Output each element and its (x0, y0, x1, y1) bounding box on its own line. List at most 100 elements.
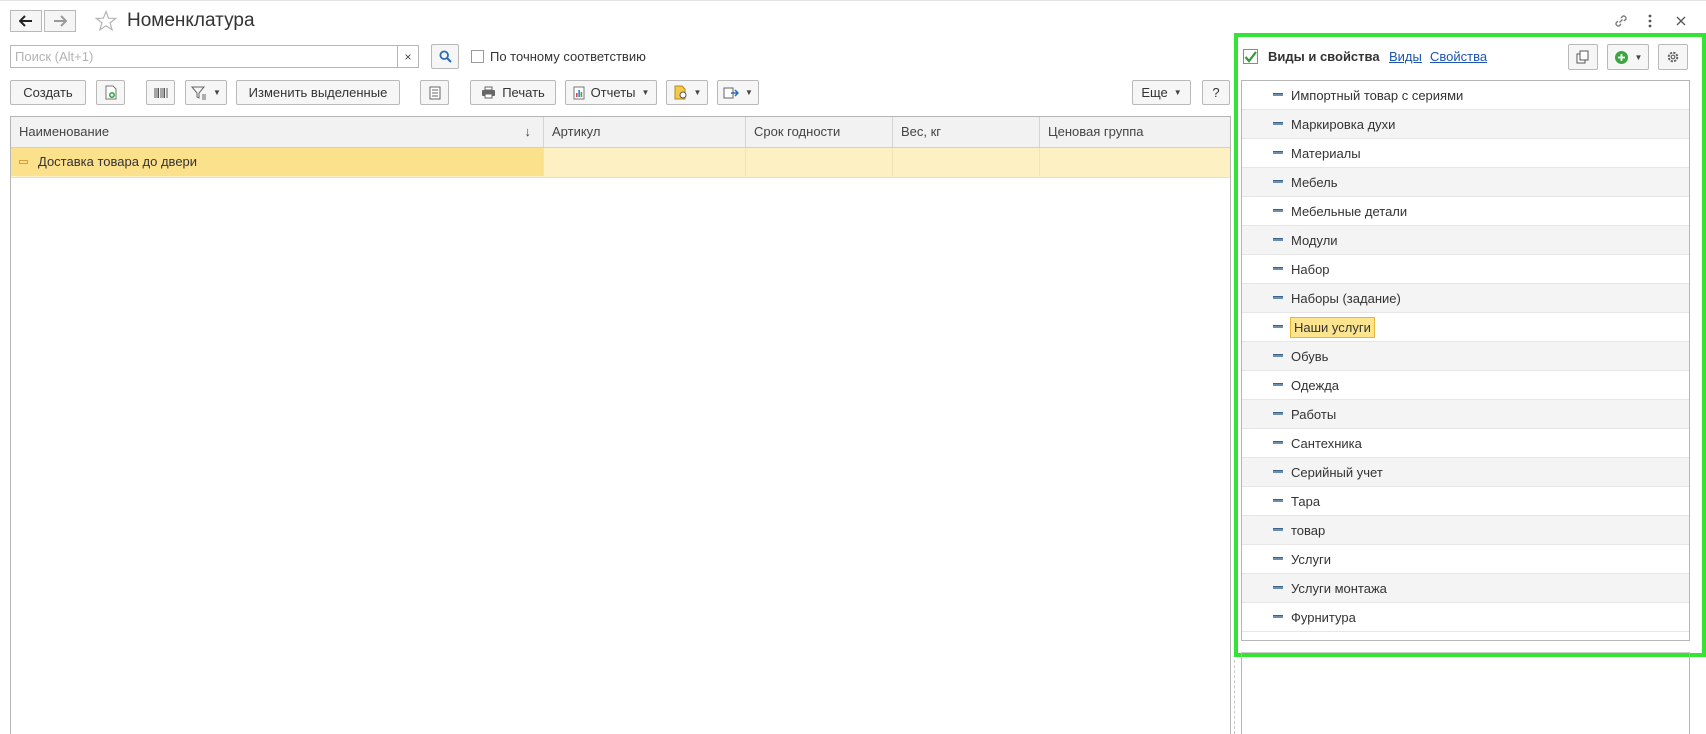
cell-shelf-life[interactable] (746, 148, 893, 176)
list-item[interactable]: Обувь (1242, 342, 1689, 371)
list-item[interactable]: товар (1242, 516, 1689, 545)
list-item[interactable]: Работы (1242, 400, 1689, 429)
back-arrow-icon (19, 15, 32, 27)
list-item[interactable]: Модули (1242, 226, 1689, 255)
column-header-article[interactable]: Артикул (544, 117, 746, 147)
column-header-weight[interactable]: Вес, кг (893, 117, 1040, 147)
list-item[interactable]: Сантехника (1242, 429, 1689, 458)
gear-icon (1667, 51, 1679, 63)
list-item[interactable]: Материалы (1242, 139, 1689, 168)
create-button[interactable]: Создать (10, 80, 86, 105)
item-type-icon (1273, 209, 1283, 212)
list-item-label: Услуги (1291, 552, 1331, 567)
list-item[interactable]: Тара (1242, 487, 1689, 516)
print-button[interactable]: Печать (470, 80, 556, 105)
column-header-name[interactable]: Наименование ↓ (11, 117, 544, 147)
list-item-label: Работы (1291, 407, 1337, 422)
list-item[interactable]: Импортный товар с сериями (1242, 81, 1689, 110)
link-button[interactable] (1612, 12, 1630, 30)
list-item-label: Импортный товар с сериями (1291, 88, 1464, 103)
item-type-icon (1273, 325, 1283, 328)
table-row[interactable]: Доставка товара до двери (11, 148, 1230, 178)
create-based-on-button[interactable]: ▼ (666, 80, 708, 105)
list-item-label: Одежда (1291, 378, 1340, 393)
add-button[interactable]: ▼ (1607, 44, 1649, 70)
chevron-down-icon: ▼ (1634, 52, 1643, 62)
chevron-down-icon: ▼ (745, 88, 753, 97)
document-gear-icon (674, 85, 687, 100)
checkmark-icon (1244, 50, 1257, 63)
list-item-label: Наши услуги (1290, 317, 1375, 338)
exchange-button[interactable]: ▼ (717, 80, 759, 105)
item-type-icon (1273, 528, 1283, 531)
cell-weight[interactable] (893, 148, 1040, 176)
cell-article[interactable] (544, 148, 746, 176)
copy-window-button[interactable] (1568, 44, 1598, 70)
list-item-label: Фурнитура (1291, 610, 1356, 625)
nomenclature-table[interactable]: Наименование ↓ Артикул Срок годности Вес… (10, 116, 1231, 734)
list-item-selected[interactable]: Наши услуги (1242, 313, 1689, 342)
properties-panel (1241, 652, 1690, 734)
search-button[interactable] (431, 44, 459, 69)
more-button[interactable]: Еще ▼ (1132, 80, 1191, 105)
close-window-button[interactable] (1672, 12, 1690, 30)
exact-match-checkbox-box[interactable] (471, 50, 484, 63)
more-actions-button[interactable] (1641, 12, 1659, 30)
list-item[interactable]: Услуги (1242, 545, 1689, 574)
panel-splitter[interactable] (1234, 660, 1236, 734)
printer-icon (482, 86, 496, 99)
cell-price-group[interactable] (1040, 148, 1230, 176)
list-item[interactable]: Маркировка духи (1242, 110, 1689, 139)
list-item[interactable]: Одежда (1242, 371, 1689, 400)
table-header: Наименование ↓ Артикул Срок годности Вес… (11, 117, 1230, 148)
reports-button[interactable]: Отчеты ▼ (565, 80, 657, 105)
list-item[interactable]: Мебель (1242, 168, 1689, 197)
list-item[interactable]: Наборы (задание) (1242, 284, 1689, 313)
search-clear-button[interactable]: × (398, 45, 419, 68)
search-input[interactable] (10, 45, 398, 68)
filter-button[interactable]: ▼ (185, 80, 227, 105)
chevron-down-icon: ▼ (1173, 88, 1182, 97)
settings-button[interactable] (1658, 44, 1688, 70)
list-item[interactable]: Мебельные детали (1242, 197, 1689, 226)
list-item[interactable]: Серийный учет (1242, 458, 1689, 487)
list-item-label: товар (1291, 523, 1326, 538)
list-item-label: Маркировка духи (1291, 117, 1396, 132)
item-type-icon (1273, 296, 1283, 299)
list-view-button[interactable] (420, 80, 449, 105)
cell-name-text: Доставка товара до двери (38, 154, 198, 169)
item-icon (19, 160, 28, 164)
page-title: Номенклатура (127, 10, 255, 31)
item-type-icon (1273, 499, 1283, 502)
forward-button[interactable] (44, 10, 76, 32)
list-item-label: Набор (1291, 262, 1330, 277)
column-header-shelf-life[interactable]: Срок годности (746, 117, 893, 147)
help-button[interactable]: ? (1202, 80, 1230, 105)
list-item-label: Серийный учет (1291, 465, 1383, 480)
star-icon (94, 9, 118, 32)
barcode-icon (154, 87, 167, 98)
close-icon (1676, 16, 1686, 26)
cell-name[interactable]: Доставка товара до двери (11, 148, 544, 176)
add-circle-icon (1614, 50, 1628, 64)
reports-label: Отчеты (590, 85, 636, 100)
filter-icon (191, 86, 207, 99)
types-link[interactable]: Виды (1389, 49, 1422, 64)
barcode-button[interactable] (146, 80, 175, 105)
column-header-price-group[interactable]: Ценовая группа (1040, 117, 1230, 147)
list-icon (429, 86, 440, 99)
list-item[interactable]: Фурнитура (1242, 603, 1689, 632)
edit-selected-button[interactable]: Изменить выделенные (236, 80, 400, 105)
properties-link[interactable]: Свойства (1430, 49, 1487, 64)
types-list[interactable]: Импортный товар с сериями Маркировка дух… (1241, 80, 1690, 641)
copy-button[interactable] (96, 80, 125, 105)
types-and-properties-checkbox[interactable] (1243, 49, 1258, 64)
back-button[interactable] (10, 10, 42, 32)
item-type-icon (1273, 122, 1283, 125)
item-type-icon (1273, 354, 1283, 357)
favorite-star-button[interactable] (94, 9, 118, 35)
chevron-down-icon: ▼ (693, 88, 702, 97)
exact-match-checkbox[interactable]: По точному соответствию (471, 49, 646, 64)
list-item[interactable]: Набор (1242, 255, 1689, 284)
list-item[interactable]: Услуги монтажа (1242, 574, 1689, 603)
